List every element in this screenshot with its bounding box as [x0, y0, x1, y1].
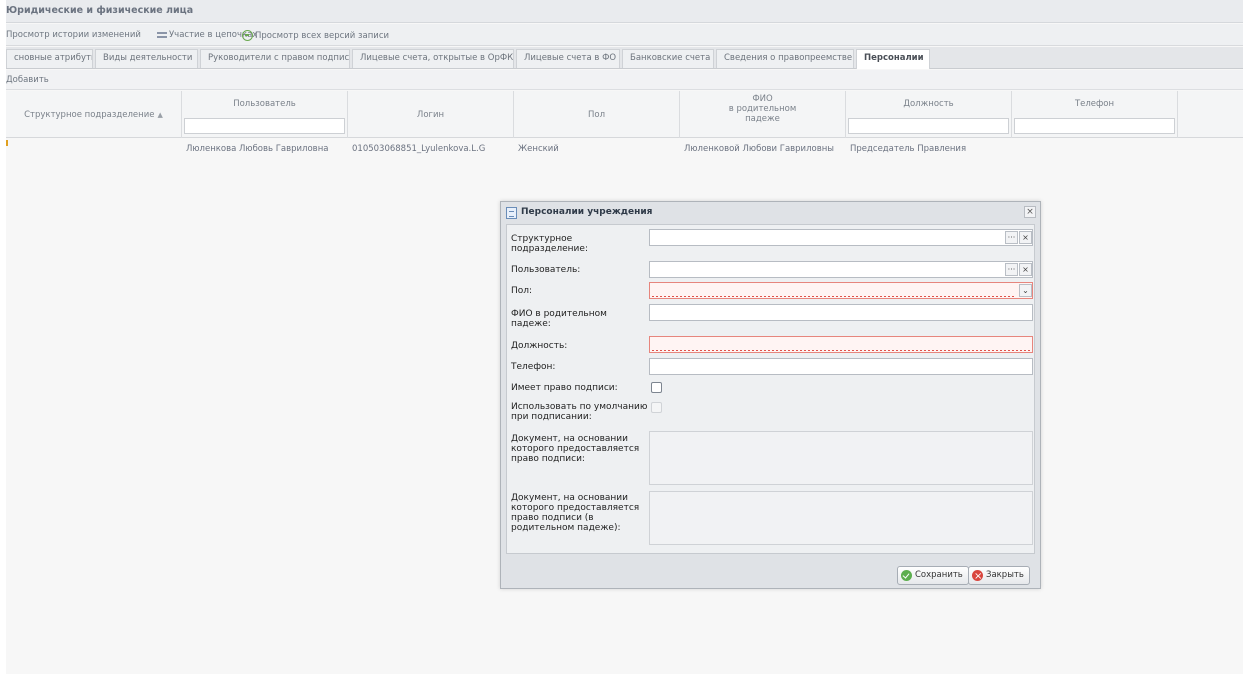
column-gender-label: Пол: [587, 110, 606, 120]
versions-label: Просмотр всех версий записи: [255, 31, 390, 41]
sign-right-label: Имеет право подписи:: [511, 383, 618, 393]
close-icon[interactable]: ×: [1024, 206, 1036, 218]
gender-label: Пол:: [511, 286, 533, 296]
window-title-bar: Юридические и физические лица: [6, 0, 1243, 23]
browse-icon[interactable]: ···: [1005, 231, 1018, 244]
column-gender[interactable]: Пол: [514, 91, 680, 138]
column-position[interactable]: Должность: [846, 91, 1012, 138]
column-subdivision-label: Структурное подразделение: [24, 110, 155, 120]
clear-icon[interactable]: ×: [1019, 263, 1032, 276]
column-login[interactable]: Логин: [348, 91, 514, 138]
column-user[interactable]: Пользователь: [182, 91, 348, 138]
personalities-dialog: Персоналии учреждения × Структурное подра…: [500, 201, 1041, 589]
tab-accounts-fo[interactable]: Лицевые счета в ФО: [516, 49, 620, 68]
dialog-title: Персоналии учреждения: [521, 207, 653, 217]
dialog-form-icon: [506, 207, 517, 219]
user-filter-input[interactable]: [184, 118, 345, 134]
sort-ascending-icon: ▲: [157, 111, 163, 119]
chevron-down-icon[interactable]: ⌄: [1019, 284, 1032, 297]
window-title: Юридические и физические лица: [6, 5, 194, 16]
column-subdivision[interactable]: Структурное подразделение ▲: [6, 91, 182, 138]
versions-icon: [242, 30, 253, 41]
cell-gender: Женский: [518, 144, 559, 154]
tab-bar: сновные атрибуты Виды деятельности Руков…: [6, 47, 1243, 69]
phone-field[interactable]: [649, 358, 1033, 375]
tab-personalities[interactable]: Персоналии: [856, 49, 930, 69]
column-position-label: Должность: [903, 99, 954, 109]
column-fio-line1: ФИО: [752, 94, 773, 104]
subdivision-label: Структурное подразделение:: [511, 234, 588, 254]
user-field[interactable]: ··· ×: [649, 261, 1033, 278]
tab-accounts-orfk[interactable]: Лицевые счета, открытые в ОрФК: [352, 49, 514, 68]
checkmark-icon: [901, 570, 912, 581]
sign-right-checkbox[interactable]: [651, 382, 662, 393]
tab-activities[interactable]: Виды деятельности: [95, 49, 198, 68]
tab-bank-accounts[interactable]: Банковские счета: [622, 49, 714, 68]
default-sign-label: Использовать по умолчанию при подписании:: [511, 402, 648, 422]
close-circle-icon: [972, 568, 983, 585]
document-genitive-label: Документ, на основании которого предостав…: [511, 493, 640, 533]
history-label: Просмотр истории изменений: [6, 30, 141, 40]
fio-genitive-field[interactable]: [649, 304, 1033, 321]
add-button[interactable]: Добавить: [6, 75, 49, 85]
document-label: Документ, на основании которого предостав…: [511, 434, 640, 464]
column-phone[interactable]: Телефон: [1012, 91, 1178, 138]
document-textarea: [649, 431, 1033, 485]
grid-header: Структурное подразделение ▲ Пользователь …: [6, 91, 1243, 138]
phone-label: Телефон:: [511, 362, 556, 372]
phone-filter-input[interactable]: [1014, 118, 1175, 134]
tab-signers[interactable]: Руководители с правом подписи: [200, 49, 350, 68]
action-bar: Просмотр истории изменений Участие в цеп…: [6, 24, 1243, 46]
column-user-label: Пользователь: [233, 99, 296, 109]
clear-icon[interactable]: ×: [1019, 231, 1032, 244]
chains-icon: [157, 31, 167, 38]
position-filter-input[interactable]: [848, 118, 1009, 134]
default-sign-checkbox: [651, 402, 662, 413]
document-genitive-textarea: [649, 491, 1033, 545]
versions-action[interactable]: Просмотр всех версий записи: [242, 30, 389, 41]
dialog-form: Структурное подразделение: ··· × Пользова…: [506, 224, 1035, 554]
history-action[interactable]: Просмотр истории изменений: [6, 30, 141, 40]
column-fio-genitive[interactable]: ФИО в родительном падеже: [680, 91, 846, 138]
dialog-header[interactable]: Персоналии учреждения ×: [501, 202, 1040, 224]
grid-toolbar: Добавить: [6, 70, 1243, 90]
column-phone-label: Телефон: [1074, 99, 1115, 109]
gender-select[interactable]: ⌄: [649, 282, 1033, 299]
save-button[interactable]: Сохранить: [897, 566, 969, 585]
user-label: Пользователь:: [511, 265, 581, 275]
browse-icon[interactable]: ···: [1005, 263, 1018, 276]
cell-user: Люленкова Любовь Гавриловна: [186, 144, 329, 154]
table-row[interactable]: Люленкова Любовь Гавриловна 010503068851…: [6, 140, 1243, 157]
tab-main-attributes[interactable]: сновные атрибуты: [6, 49, 93, 68]
column-login-label: Логин: [416, 110, 445, 120]
position-label: Должность:: [511, 341, 568, 351]
column-fio-line3: падеже: [745, 114, 780, 124]
close-button[interactable]: Закрыть: [968, 566, 1030, 585]
fio-genitive-label: ФИО в родительном падеже:: [511, 309, 607, 329]
subdivision-field[interactable]: ··· ×: [649, 229, 1033, 246]
row-marker: [6, 140, 8, 146]
cell-fio: Люленковой Любови Гавриловны: [684, 144, 834, 154]
position-field[interactable]: [649, 336, 1033, 353]
column-fio-line2: в родительном: [728, 104, 797, 114]
cell-position: Председатель Правления: [850, 144, 967, 154]
tab-succession[interactable]: Сведения о правопреемстве: [716, 49, 854, 68]
cell-login: 010503068851_Lyulenkova.L.G: [352, 144, 486, 154]
